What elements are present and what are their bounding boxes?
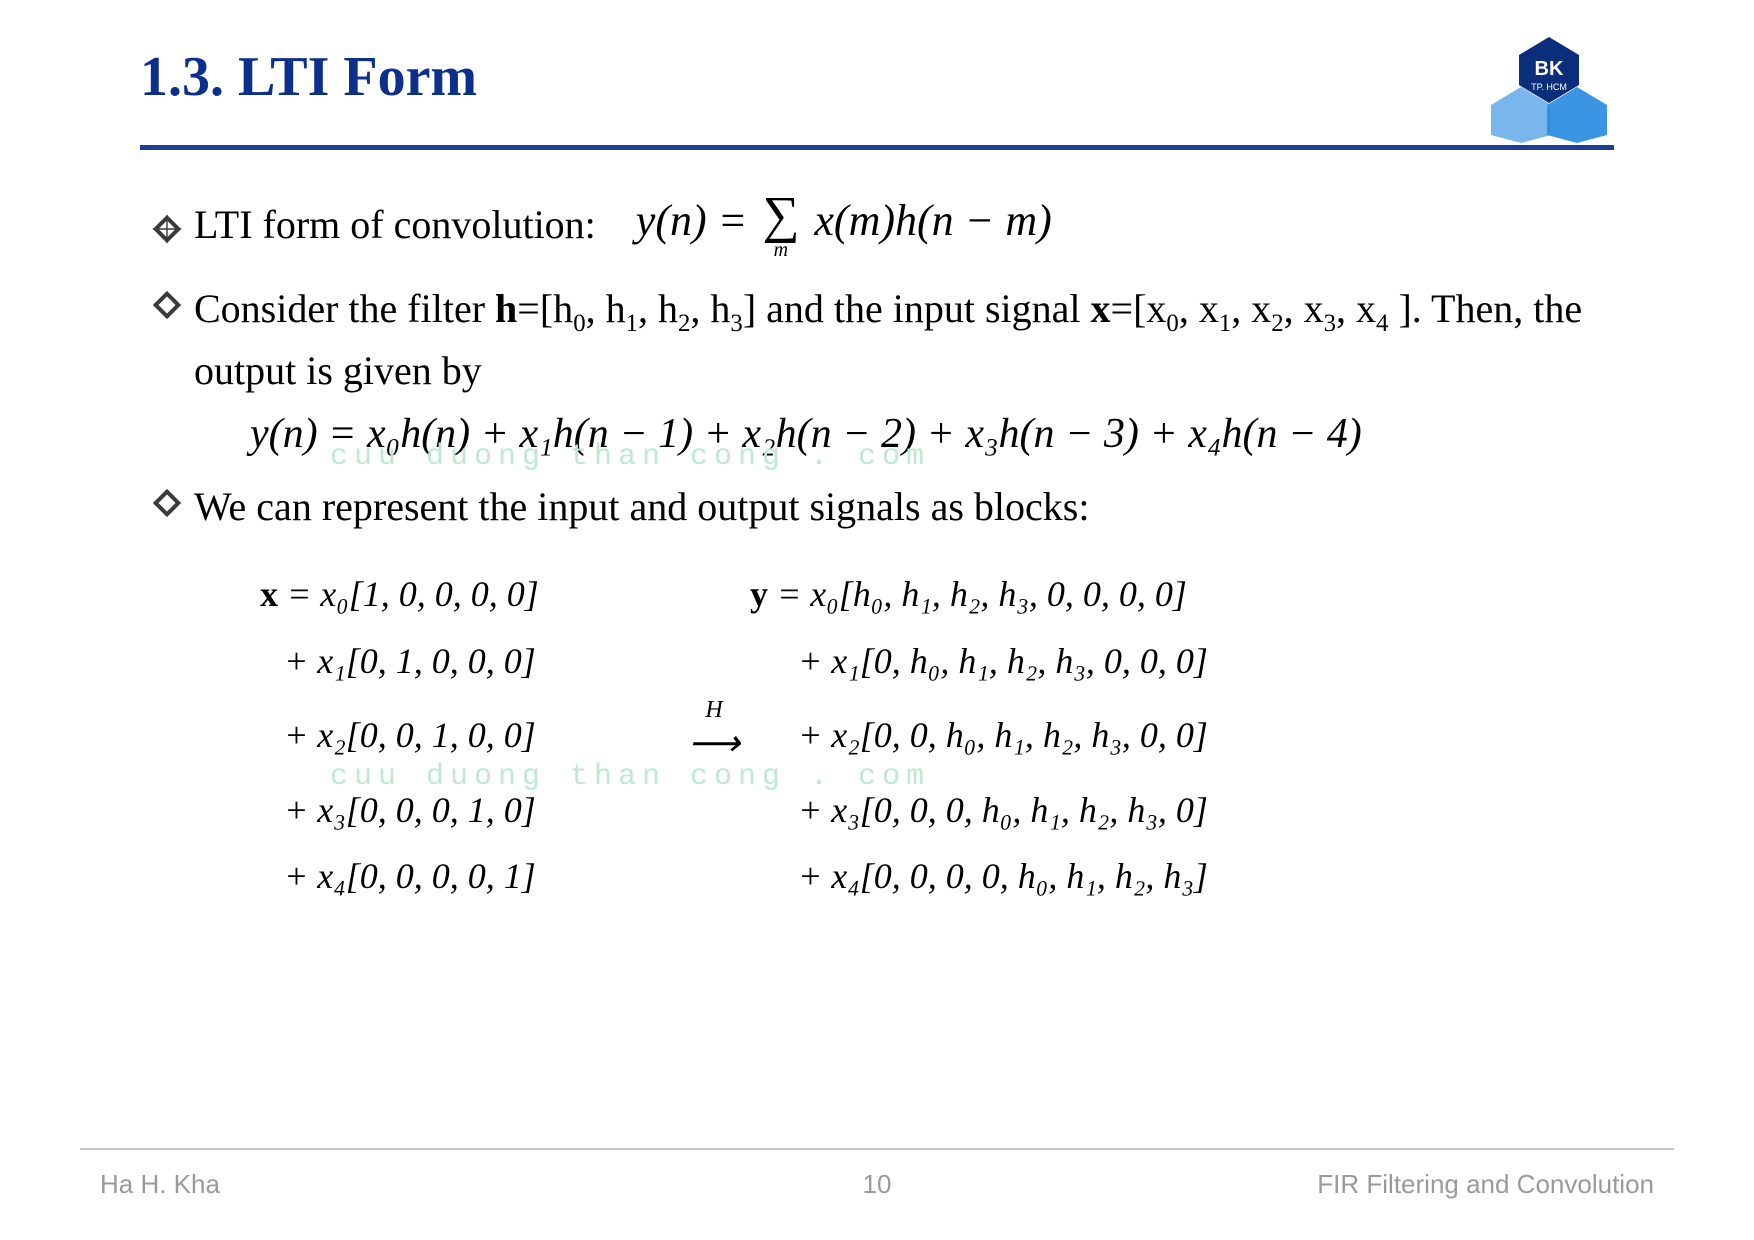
footer-page-number: 10 [100, 1169, 1654, 1200]
block-row-4: + x₄[0, 0, 0, 0, 1] + x₄[0, 0, 0, 0, h₀,… [260, 843, 1604, 910]
bullet-blocks: We can represent the input and output si… [150, 478, 1604, 536]
block-row-1: + x₁[0, 1, 0, 0, 0] + x₁[0, h₀, h₁, h₂, … [260, 628, 1604, 695]
diamond-bullet-icon [150, 288, 184, 322]
bullet1-text: LTI form of convolution: [194, 196, 596, 254]
bullet3-text: We can represent the input and output si… [194, 478, 1604, 536]
watermark-text: cuu duong than cong . com [330, 760, 930, 794]
watermark-text: cuu duong than cong . com [330, 440, 930, 474]
bullet-filter-def: Consider the filter h=[h0, h1, h2, h3] a… [150, 280, 1604, 400]
bullet2-text: Consider the filter h=[h0, h1, h2, h3] a… [194, 280, 1604, 400]
footer-separator [80, 1148, 1674, 1150]
content-area: LTI form of convolution: y(n) = ∑ m x(m)… [150, 190, 1604, 910]
slide: BK TP. HCM 1.3. LTI Form LTI form of con… [0, 0, 1754, 1240]
convolution-formula: y(n) = ∑ m x(m)h(n − m) [636, 190, 1052, 260]
footer: Ha H. Kha 10 FIR Filtering and Convoluti… [100, 1169, 1654, 1200]
block-row-0: x = x₀[1, 0, 0, 0, 0] y = x₀[h₀, h₁, h₂,… [260, 561, 1604, 628]
sigma-icon: ∑ m [762, 190, 799, 260]
slide-title: 1.3. LTI Form [140, 45, 1614, 109]
header: 1.3. LTI Form [140, 45, 1614, 150]
block-equations: x = x₀[1, 0, 0, 0, 0] y = x₀[h₀, h₁, h₂,… [260, 561, 1604, 910]
diamond-bullet-icon [150, 212, 184, 246]
diamond-bullet-icon [150, 486, 184, 520]
bullet-lti-form: LTI form of convolution: y(n) = ∑ m x(m)… [150, 190, 1604, 260]
